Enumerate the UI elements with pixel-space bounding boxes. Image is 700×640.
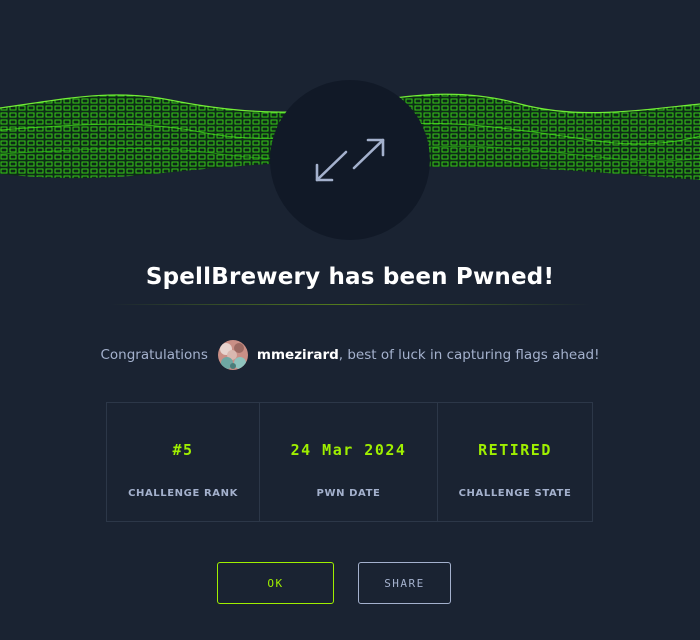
congrats-prefix: Congratulations — [100, 347, 208, 363]
stat-challenge-rank: #5 CHALLENGE RANK — [107, 403, 260, 521]
username[interactable]: mmezirard — [257, 347, 339, 363]
pwned-dialog: SpellBrewery has been Pwned! Congratulat… — [0, 0, 700, 640]
challenge-badge — [270, 80, 430, 240]
avatar — [217, 340, 248, 370]
stat-value: #5 — [172, 441, 194, 459]
stats-panel: #5 CHALLENGE RANK 24 Mar 2024 PWN DATE R… — [106, 402, 593, 522]
congrats-suffix: , best of luck in capturing flags ahead! — [338, 347, 600, 363]
page-title: SpellBrewery has been Pwned! — [145, 264, 555, 290]
title-divider — [110, 304, 590, 305]
stat-label: CHALLENGE STATE — [458, 488, 572, 499]
stat-pwn-date: 24 Mar 2024 PWN DATE — [260, 403, 438, 521]
ok-button[interactable]: OK — [217, 562, 334, 604]
stat-challenge-state: RETIRED CHALLENGE STATE — [438, 403, 592, 521]
stat-label: PWN DATE — [316, 488, 381, 499]
congrats-message: Congratulations mmezirard , best of luck… — [0, 338, 700, 372]
stat-value: 24 Mar 2024 — [290, 441, 407, 459]
share-button[interactable]: SHARE — [358, 562, 451, 604]
stat-label: CHALLENGE RANK — [128, 488, 238, 499]
stat-value: RETIRED — [478, 441, 552, 459]
expand-arrows-icon — [315, 138, 385, 182]
